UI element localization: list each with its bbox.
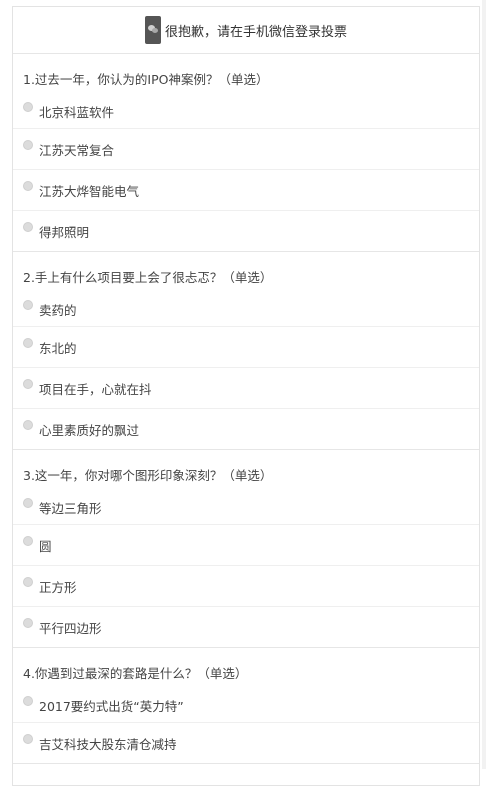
option-label: 吉艾科技大股东清仓减持 [39,736,177,752]
question: 4.你遇到过最深的套路是什么？（单选） 2017要约式出货“英力特” 吉艾科技大… [13,648,479,764]
radio-icon[interactable] [23,379,33,389]
option-item[interactable]: 正方形 [13,565,479,606]
option-label: 北京科蓝软件 [39,104,115,120]
radio-icon[interactable] [23,536,33,546]
question: 3.这一年，你对哪个图形印象深刻？（单选） 等边三角形 圆 正方形 平行四边形 [13,450,479,648]
option-label: 圆 [39,538,52,554]
radio-icon[interactable] [23,420,33,430]
radio-icon[interactable] [23,222,33,232]
radio-icon[interactable] [23,338,33,348]
option-label: 2017要约式出货“英力特” [39,698,184,714]
option-label: 得邦照明 [39,224,90,240]
vote-card: 很抱歉，请在手机微信登录投票 1.过去一年，你认为的IPO神案例？（单选） 北京… [12,6,480,786]
option-item[interactable]: 等边三角形 [13,490,479,524]
option-item[interactable]: 吉艾科技大股东清仓减持 [13,722,479,763]
option-item[interactable]: 江苏大烨智能电气 [13,169,479,210]
option-label: 东北的 [39,340,77,356]
question-title: 4.你遇到过最深的套路是什么？（单选） [23,666,248,681]
radio-icon[interactable] [23,734,33,744]
option-item[interactable]: 北京科蓝软件 [13,94,479,128]
option-label: 正方形 [39,579,77,595]
radio-icon[interactable] [23,102,33,112]
question-title: 1.过去一年，你认为的IPO神案例？（单选） [23,72,269,87]
radio-icon[interactable] [23,140,33,150]
question-title: 2.手上有什么项目要上会了很忐忑？（单选） [23,270,273,285]
option-item[interactable]: 心里素质好的飘过 [13,408,479,449]
scrollbar[interactable] [482,0,486,769]
option-item[interactable]: 圆 [13,524,479,565]
option-label: 卖药的 [39,302,77,318]
radio-icon[interactable] [23,498,33,508]
radio-icon[interactable] [23,577,33,587]
option-label: 江苏天常复合 [39,142,115,158]
option-label: 心里素质好的飘过 [39,422,140,438]
option-item[interactable]: 项目在手，心就在抖 [13,367,479,408]
option-item[interactable]: 东北的 [13,326,479,367]
option-item[interactable]: 2017要约式出货“英力特” [13,688,479,722]
radio-icon[interactable] [23,181,33,191]
wechat-icon [144,16,161,44]
login-notice-text: 很抱歉，请在手机微信登录投票 [164,24,347,40]
radio-icon[interactable] [23,696,33,706]
option-label: 项目在手，心就在抖 [39,381,152,397]
option-label: 等边三角形 [39,500,102,516]
option-label: 平行四边形 [39,620,102,636]
option-item[interactable]: 得邦照明 [13,210,479,251]
question-title: 3.这一年，你对哪个图形印象深刻？（单选） [23,468,273,483]
option-label: 江苏大烨智能电气 [39,183,140,199]
login-notice: 很抱歉，请在手机微信登录投票 [13,7,479,54]
option-item[interactable]: 卖药的 [13,292,479,326]
radio-icon[interactable] [23,618,33,628]
question: 2.手上有什么项目要上会了很忐忑？（单选） 卖药的 东北的 项目在手，心就在抖 … [13,252,479,450]
question: 1.过去一年，你认为的IPO神案例？（单选） 北京科蓝软件 江苏天常复合 江苏大… [13,54,479,252]
option-item[interactable]: 江苏天常复合 [13,128,479,169]
radio-icon[interactable] [23,300,33,310]
option-item[interactable]: 平行四边形 [13,606,479,647]
